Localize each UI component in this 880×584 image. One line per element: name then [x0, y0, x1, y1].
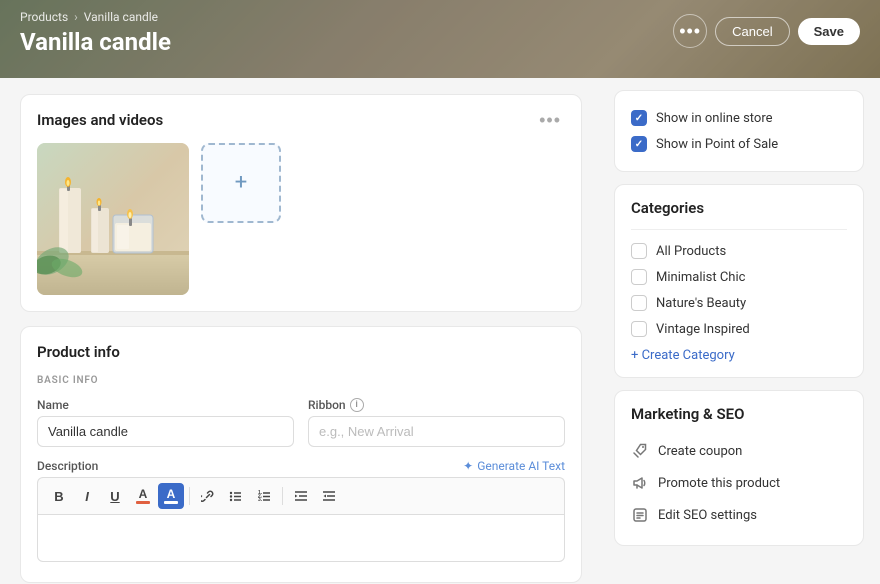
description-textarea[interactable]: [37, 514, 565, 562]
outdent-button[interactable]: [316, 483, 342, 509]
left-column: Images and videos •••: [0, 78, 598, 584]
indent-button[interactable]: [288, 483, 314, 509]
main-layout: Images and videos •••: [0, 78, 880, 584]
bold-button[interactable]: B: [46, 483, 72, 509]
candle-scene-svg: [37, 143, 189, 295]
more-options-button[interactable]: •••: [673, 14, 707, 48]
unordered-list-button[interactable]: [223, 483, 249, 509]
images-area: +: [37, 143, 565, 295]
images-card-title: Images and videos: [37, 111, 163, 129]
category-item-3: Vintage Inspired: [631, 316, 847, 342]
marketing-card: Marketing & SEO Create coupon Promote th…: [614, 390, 864, 546]
visibility-card: Show in online store Show in Point of Sa…: [614, 90, 864, 172]
text-color-button[interactable]: A: [130, 483, 156, 509]
product-info-card: Product info BASIC INFO Name Ribbon i De…: [20, 326, 582, 583]
online-store-label: Show in online store: [656, 111, 773, 126]
product-info-title: Product info: [37, 343, 120, 361]
description-header: Description ✦ Generate AI Text: [37, 459, 565, 473]
breadcrumb-parent[interactable]: Products: [20, 10, 68, 24]
ordered-list-button[interactable]: 1.2.3.: [251, 483, 277, 509]
ribbon-label: Ribbon i: [308, 398, 565, 412]
pos-row: Show in Point of Sale: [631, 131, 847, 157]
right-column: Show in online store Show in Point of Sa…: [598, 78, 880, 584]
name-input[interactable]: [37, 416, 294, 447]
create-category-button[interactable]: + Create Category: [631, 348, 735, 363]
ai-sparkle-icon: ✦: [463, 459, 473, 473]
categories-card: Categories All Products Minimalist Chic …: [614, 184, 864, 378]
edit-seo-label: Edit SEO settings: [658, 508, 757, 523]
categories-title: Categories: [631, 199, 847, 217]
breadcrumb-separator: ›: [74, 10, 78, 24]
pos-checkbox[interactable]: [631, 136, 647, 152]
images-more-button[interactable]: •••: [535, 111, 565, 129]
online-store-row: Show in online store: [631, 105, 847, 131]
description-toolbar: B I U A A: [37, 477, 565, 514]
svg-text:3.: 3.: [258, 497, 263, 503]
category-item-1: Minimalist Chic: [631, 264, 847, 290]
name-label: Name: [37, 398, 294, 412]
italic-button[interactable]: I: [74, 483, 100, 509]
category-item-0: All Products: [631, 238, 847, 264]
category-checkbox-3[interactable]: [631, 321, 647, 337]
product-info-header: Product info: [37, 343, 565, 361]
breadcrumb-current: Vanilla candle: [84, 10, 158, 24]
edit-seo-item[interactable]: Edit SEO settings: [631, 499, 847, 531]
seo-icon: [631, 506, 649, 524]
create-coupon-item[interactable]: Create coupon: [631, 435, 847, 467]
description-label: Description: [37, 459, 98, 473]
category-checkbox-1[interactable]: [631, 269, 647, 285]
images-card: Images and videos •••: [20, 94, 582, 312]
underline-button[interactable]: U: [102, 483, 128, 509]
add-image-plus-icon: +: [235, 172, 247, 194]
cancel-button[interactable]: Cancel: [715, 17, 789, 46]
product-image: [37, 143, 189, 295]
generate-ai-button[interactable]: ✦ Generate AI Text: [463, 459, 565, 473]
marketing-title: Marketing & SEO: [631, 405, 847, 423]
save-button[interactable]: Save: [798, 18, 860, 45]
categories-divider: [631, 229, 847, 230]
name-ribbon-row: Name Ribbon i: [37, 398, 565, 447]
ribbon-input[interactable]: [308, 416, 565, 447]
toolbar-separator-2: [282, 487, 283, 505]
online-store-checkbox[interactable]: [631, 110, 647, 126]
name-group: Name: [37, 398, 294, 447]
ribbon-info-icon[interactable]: i: [350, 398, 364, 412]
promote-product-item[interactable]: Promote this product: [631, 467, 847, 499]
category-label-1: Minimalist Chic: [656, 270, 745, 285]
highlight-button[interactable]: A: [158, 483, 184, 509]
category-label-0: All Products: [656, 244, 726, 259]
category-checkbox-0[interactable]: [631, 243, 647, 259]
category-label-3: Vintage Inspired: [656, 322, 750, 337]
category-checkbox-2[interactable]: [631, 295, 647, 311]
tag-icon: [631, 442, 649, 460]
ribbon-group: Ribbon i: [308, 398, 565, 447]
basic-info-label: BASIC INFO: [37, 375, 565, 386]
create-coupon-label: Create coupon: [658, 444, 742, 459]
toolbar-separator-1: [189, 487, 190, 505]
promote-product-label: Promote this product: [658, 476, 780, 491]
megaphone-icon: [631, 474, 649, 492]
add-image-button[interactable]: +: [201, 143, 281, 223]
images-card-header: Images and videos •••: [37, 111, 565, 129]
link-button[interactable]: [195, 483, 221, 509]
header-actions: ••• Cancel Save: [673, 14, 860, 48]
category-item-2: Nature's Beauty: [631, 290, 847, 316]
pos-label: Show in Point of Sale: [656, 137, 778, 152]
category-label-2: Nature's Beauty: [656, 296, 746, 311]
